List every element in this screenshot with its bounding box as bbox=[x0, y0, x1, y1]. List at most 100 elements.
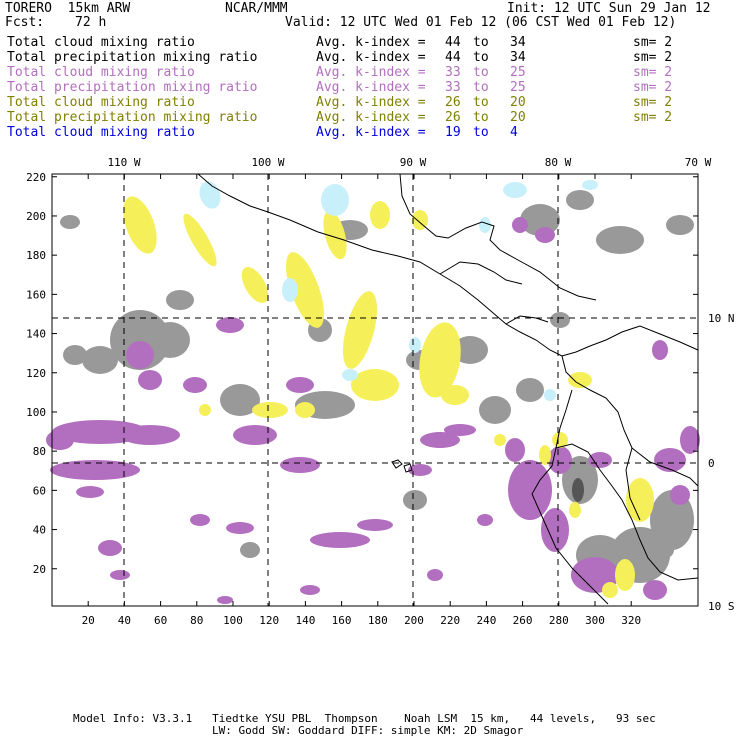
field-blob bbox=[652, 340, 668, 360]
x-tick-label: 300 bbox=[585, 614, 605, 627]
y-tick-label: 40 bbox=[33, 524, 46, 537]
field-blob bbox=[654, 448, 686, 472]
y-tick-label: 220 bbox=[26, 171, 46, 184]
x-tick-label: 80 bbox=[190, 614, 203, 627]
field-blob bbox=[110, 570, 130, 580]
border-line bbox=[505, 315, 549, 325]
field-blob bbox=[217, 596, 233, 604]
field-blob bbox=[508, 460, 552, 520]
lon-label: 100 W bbox=[251, 156, 284, 169]
field-blob bbox=[680, 426, 700, 454]
field-blob bbox=[199, 404, 211, 416]
field-blob bbox=[351, 369, 399, 401]
field-blob bbox=[643, 580, 667, 600]
field-blob bbox=[568, 372, 592, 388]
field-shading bbox=[46, 180, 700, 604]
field-blob bbox=[403, 490, 427, 510]
field-blob bbox=[666, 215, 694, 235]
field-blob bbox=[539, 445, 551, 465]
field-blob bbox=[76, 486, 104, 498]
field-blob bbox=[441, 385, 469, 405]
field-blob bbox=[596, 226, 644, 254]
field-blob bbox=[535, 227, 555, 243]
y-tick-label: 100 bbox=[26, 406, 46, 419]
field-blob bbox=[550, 312, 570, 328]
field-blob bbox=[479, 217, 491, 233]
x-tick-label: 100 bbox=[223, 614, 243, 627]
field-blob bbox=[300, 585, 320, 595]
field-blob bbox=[321, 184, 349, 216]
field-blob bbox=[252, 402, 288, 418]
field-blob bbox=[60, 215, 80, 229]
field-blob bbox=[286, 377, 314, 393]
lat-label: 10 S bbox=[708, 600, 735, 613]
field-blob bbox=[569, 502, 581, 518]
field-blob bbox=[190, 514, 210, 526]
y-tick-label: 160 bbox=[26, 288, 46, 301]
field-blob bbox=[572, 478, 584, 502]
x-tick-label: 260 bbox=[513, 614, 533, 627]
x-tick-label: 220 bbox=[440, 614, 460, 627]
field-blob bbox=[183, 213, 217, 267]
field-blob bbox=[588, 452, 612, 468]
field-blob bbox=[505, 438, 525, 462]
lon-label: 110 W bbox=[107, 156, 140, 169]
field-blob bbox=[98, 540, 122, 556]
field-blob bbox=[280, 457, 320, 473]
field-blob bbox=[199, 181, 221, 209]
field-blob bbox=[63, 345, 87, 365]
x-tick-label: 40 bbox=[118, 614, 131, 627]
field-blob bbox=[82, 346, 118, 374]
field-blob bbox=[670, 485, 690, 505]
field-blob bbox=[46, 430, 74, 450]
x-tick-label: 200 bbox=[404, 614, 424, 627]
lat-label: 10 N bbox=[708, 312, 735, 325]
field-blob bbox=[566, 190, 594, 210]
field-blob bbox=[183, 377, 207, 393]
lat-label: 0 bbox=[708, 457, 715, 470]
lon-label: 80 W bbox=[545, 156, 572, 169]
footer-physics-info: LW: Godd SW: Goddard DIFF: simple KM: 2D… bbox=[212, 724, 524, 737]
field-blob bbox=[120, 425, 180, 445]
field-blob bbox=[342, 369, 358, 381]
border-line bbox=[439, 261, 523, 285]
field-blob bbox=[150, 322, 190, 358]
field-blob bbox=[516, 378, 544, 402]
field-blob bbox=[166, 290, 194, 310]
field-blob bbox=[602, 582, 618, 598]
field-blob bbox=[342, 291, 378, 369]
field-blob bbox=[138, 370, 162, 390]
field-blob bbox=[477, 514, 493, 526]
x-tick-label: 160 bbox=[332, 614, 352, 627]
x-tick-label: 140 bbox=[295, 614, 315, 627]
field-blob bbox=[544, 389, 556, 401]
x-tick-label: 120 bbox=[259, 614, 279, 627]
field-blob bbox=[310, 532, 370, 548]
field-blob bbox=[357, 519, 393, 531]
field-blob bbox=[295, 402, 315, 418]
field-blob bbox=[240, 542, 260, 558]
field-blob bbox=[282, 278, 298, 302]
x-tick-label: 20 bbox=[82, 614, 95, 627]
y-tick-label: 200 bbox=[26, 210, 46, 223]
y-tick-label: 80 bbox=[33, 445, 46, 458]
coastline-gulf bbox=[399, 173, 597, 301]
map-plot: 220 200 180 160 140 120 100 80 60 40 20 20 40 60 80 100… bbox=[26, 156, 735, 627]
x-tick-label: 240 bbox=[476, 614, 496, 627]
y-tick-label: 20 bbox=[33, 563, 46, 576]
x-tick-label: 320 bbox=[621, 614, 641, 627]
x-tick-label: 180 bbox=[368, 614, 388, 627]
field-blob bbox=[479, 396, 511, 424]
field-blob bbox=[503, 182, 527, 198]
field-blob bbox=[370, 201, 390, 229]
field-blob bbox=[494, 434, 506, 446]
field-blob bbox=[409, 337, 421, 353]
lon-label: 90 W bbox=[400, 156, 427, 169]
field-blob bbox=[126, 341, 154, 369]
field-blob bbox=[646, 540, 674, 560]
x-tick-label: 280 bbox=[549, 614, 569, 627]
x-tick-label: 60 bbox=[154, 614, 167, 627]
y-tick-label: 180 bbox=[26, 249, 46, 262]
coastline-south-america bbox=[561, 325, 699, 357]
lon-label: 70 W bbox=[685, 156, 712, 169]
